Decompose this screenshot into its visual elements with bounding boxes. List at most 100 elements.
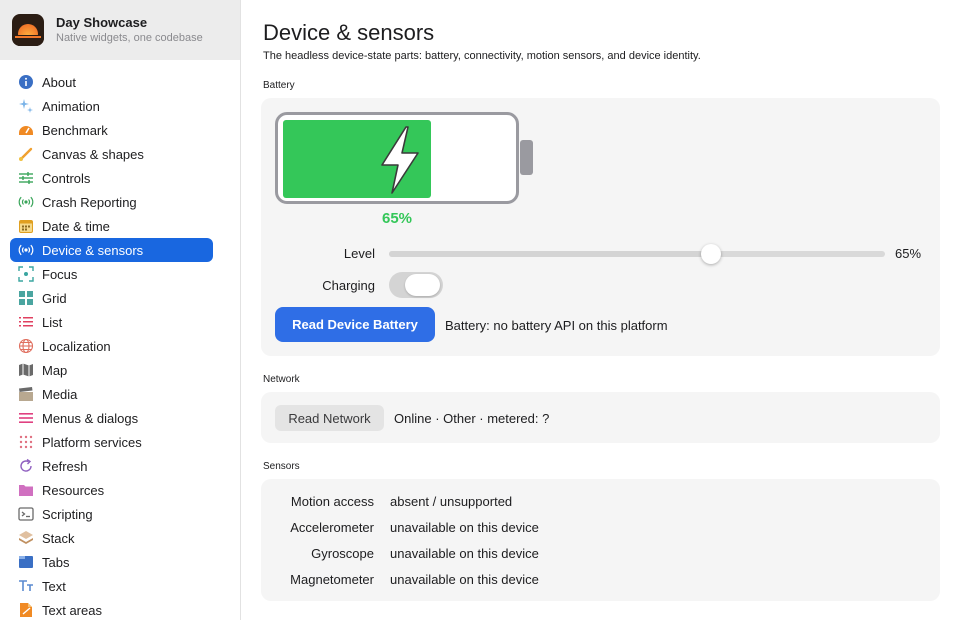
sidebar-item-label: Localization [42,338,111,354]
page-description: The headless device-state parts: battery… [263,50,701,62]
sidebar-item-text[interactable]: Text [10,574,213,598]
sidebar-item-date-and-time[interactable]: Date & time [10,214,213,238]
dots-grid-icon [18,434,34,450]
sidebar-item-platform-services[interactable]: Platform services [10,430,213,454]
sidebar-item-label: Scripting [42,506,93,522]
level-label: Level [343,246,375,261]
grid-icon [18,290,34,306]
battery-body [275,112,519,204]
text-icon [18,578,34,594]
sidebar-item-label: About [42,74,76,90]
sensors-section-label: Sensors [263,461,300,472]
speedometer-icon [18,122,34,138]
sidebar-header: Day Showcase Native widgets, one codebas… [0,0,240,60]
sidebar-item-about[interactable]: About [10,70,213,94]
sidebar-item-menus-and-dialogs[interactable]: Menus & dialogs [10,406,213,430]
paintbrush-icon [18,146,34,162]
read-network-button[interactable]: Read Network [275,405,384,431]
charging-toggle[interactable] [389,272,443,298]
read-device-battery-button[interactable]: Read Device Battery [275,307,435,342]
gyroscope-value: unavailable on this device [390,546,539,561]
sidebar-item-label: Refresh [42,458,88,474]
sidebar-item-media[interactable]: Media [10,382,213,406]
motion-access-label: Motion access [290,494,374,509]
stack-icon [18,530,34,546]
sidebar-item-label: Text [42,578,66,594]
sidebar-item-controls[interactable]: Controls [10,166,213,190]
sidebar-item-label: Text areas [42,602,102,618]
sidebar-item-list[interactable]: List [10,310,213,334]
sensors-card: Motion access absent / unsupported Accel… [261,479,940,601]
sidebar: Day Showcase Native widgets, one codebas… [0,0,241,620]
charging-label: Charging [322,278,375,293]
list-icon [18,314,34,330]
sidebar-item-animation[interactable]: Animation [10,94,213,118]
page-title: Device & sensors [263,20,435,45]
level-slider-fill [389,251,711,257]
sidebar-item-grid[interactable]: Grid [10,286,213,310]
sidebar-item-label: Media [42,386,78,402]
calendar-icon [18,218,34,234]
sidebar-item-text-areas[interactable]: Text areas [10,598,213,620]
motion-access-value: absent / unsupported [390,494,513,509]
sidebar-item-resources[interactable]: Resources [10,478,213,502]
sparkles-icon [18,98,34,114]
level-slider-thumb[interactable] [701,244,721,264]
sidebar-item-label: Controls [42,170,91,186]
sidebar-item-label: Date & time [42,218,110,234]
battery-section-label: Battery [263,80,295,91]
charging-toggle-knob [405,274,440,296]
battery-status: Battery: no battery API on this platform [445,318,668,333]
globe-icon [18,338,34,354]
sidebar-item-label: Focus [42,266,78,282]
battery-card: 65% Level 65% Charging Read Device Batte… [261,98,940,356]
broadcast-icon [18,194,34,210]
sidebar-item-label: Menus & dialogs [42,410,139,426]
document-icon [18,602,34,618]
tabs-icon [18,554,34,570]
refresh-icon [18,458,34,474]
sidebar-item-label: Animation [42,98,100,114]
sidebar-item-device-and-sensors[interactable]: Device & sensors [10,238,213,262]
network-status: Online · Other · metered: ? [394,411,550,426]
sidebar-item-label: Grid [42,290,67,306]
gyroscope-label: Gyroscope [311,546,374,561]
sidebar-item-refresh[interactable]: Refresh [10,454,213,478]
sidebar-item-label: Tabs [42,554,70,570]
battery-indicator [275,112,533,206]
sidebar-item-scripting[interactable]: Scripting [10,502,213,526]
sidebar-item-label: Crash Reporting [42,194,137,210]
menu-icon [18,410,34,426]
network-section-label: Network [263,374,300,385]
focus-icon [18,266,34,282]
sidebar-item-crash-reporting[interactable]: Crash Reporting [10,190,213,214]
battery-cap [520,140,533,175]
battery-percent: 65% [381,210,413,227]
sidebar-item-stack[interactable]: Stack [10,526,213,550]
sidebar-item-map[interactable]: Map [10,358,213,382]
sidebar-item-focus[interactable]: Focus [10,262,213,286]
sidebar-item-label: Resources [42,482,105,498]
sidebar-item-benchmark[interactable]: Benchmark [10,118,213,142]
sidebar-item-localization[interactable]: Localization [10,334,213,358]
app-logo-icon [12,14,44,46]
accelerometer-label: Accelerometer [290,520,374,535]
terminal-icon [18,506,34,522]
info-icon [18,74,34,90]
sidebar-item-label: Benchmark [42,122,108,138]
lightning-bolt-icon [381,126,419,194]
sidebar-item-tabs[interactable]: Tabs [10,550,213,574]
sidebar-item-label: List [42,314,63,330]
sidebar-item-canvas-and-shapes[interactable]: Canvas & shapes [10,142,213,166]
map-icon [18,362,34,378]
sidebar-item-label: Device & sensors [42,242,144,258]
sidebar-item-label: Stack [42,530,75,546]
sidebar-item-label: Platform services [42,434,142,450]
folder-icon [18,482,34,498]
magnetometer-value: unavailable on this device [390,572,539,587]
app-title: Day Showcase [56,15,148,30]
sidebar-item-label: Canvas & shapes [42,146,144,162]
level-value: 65% [895,246,922,261]
magnetometer-label: Magnetometer [290,572,374,587]
level-slider[interactable] [389,244,885,264]
